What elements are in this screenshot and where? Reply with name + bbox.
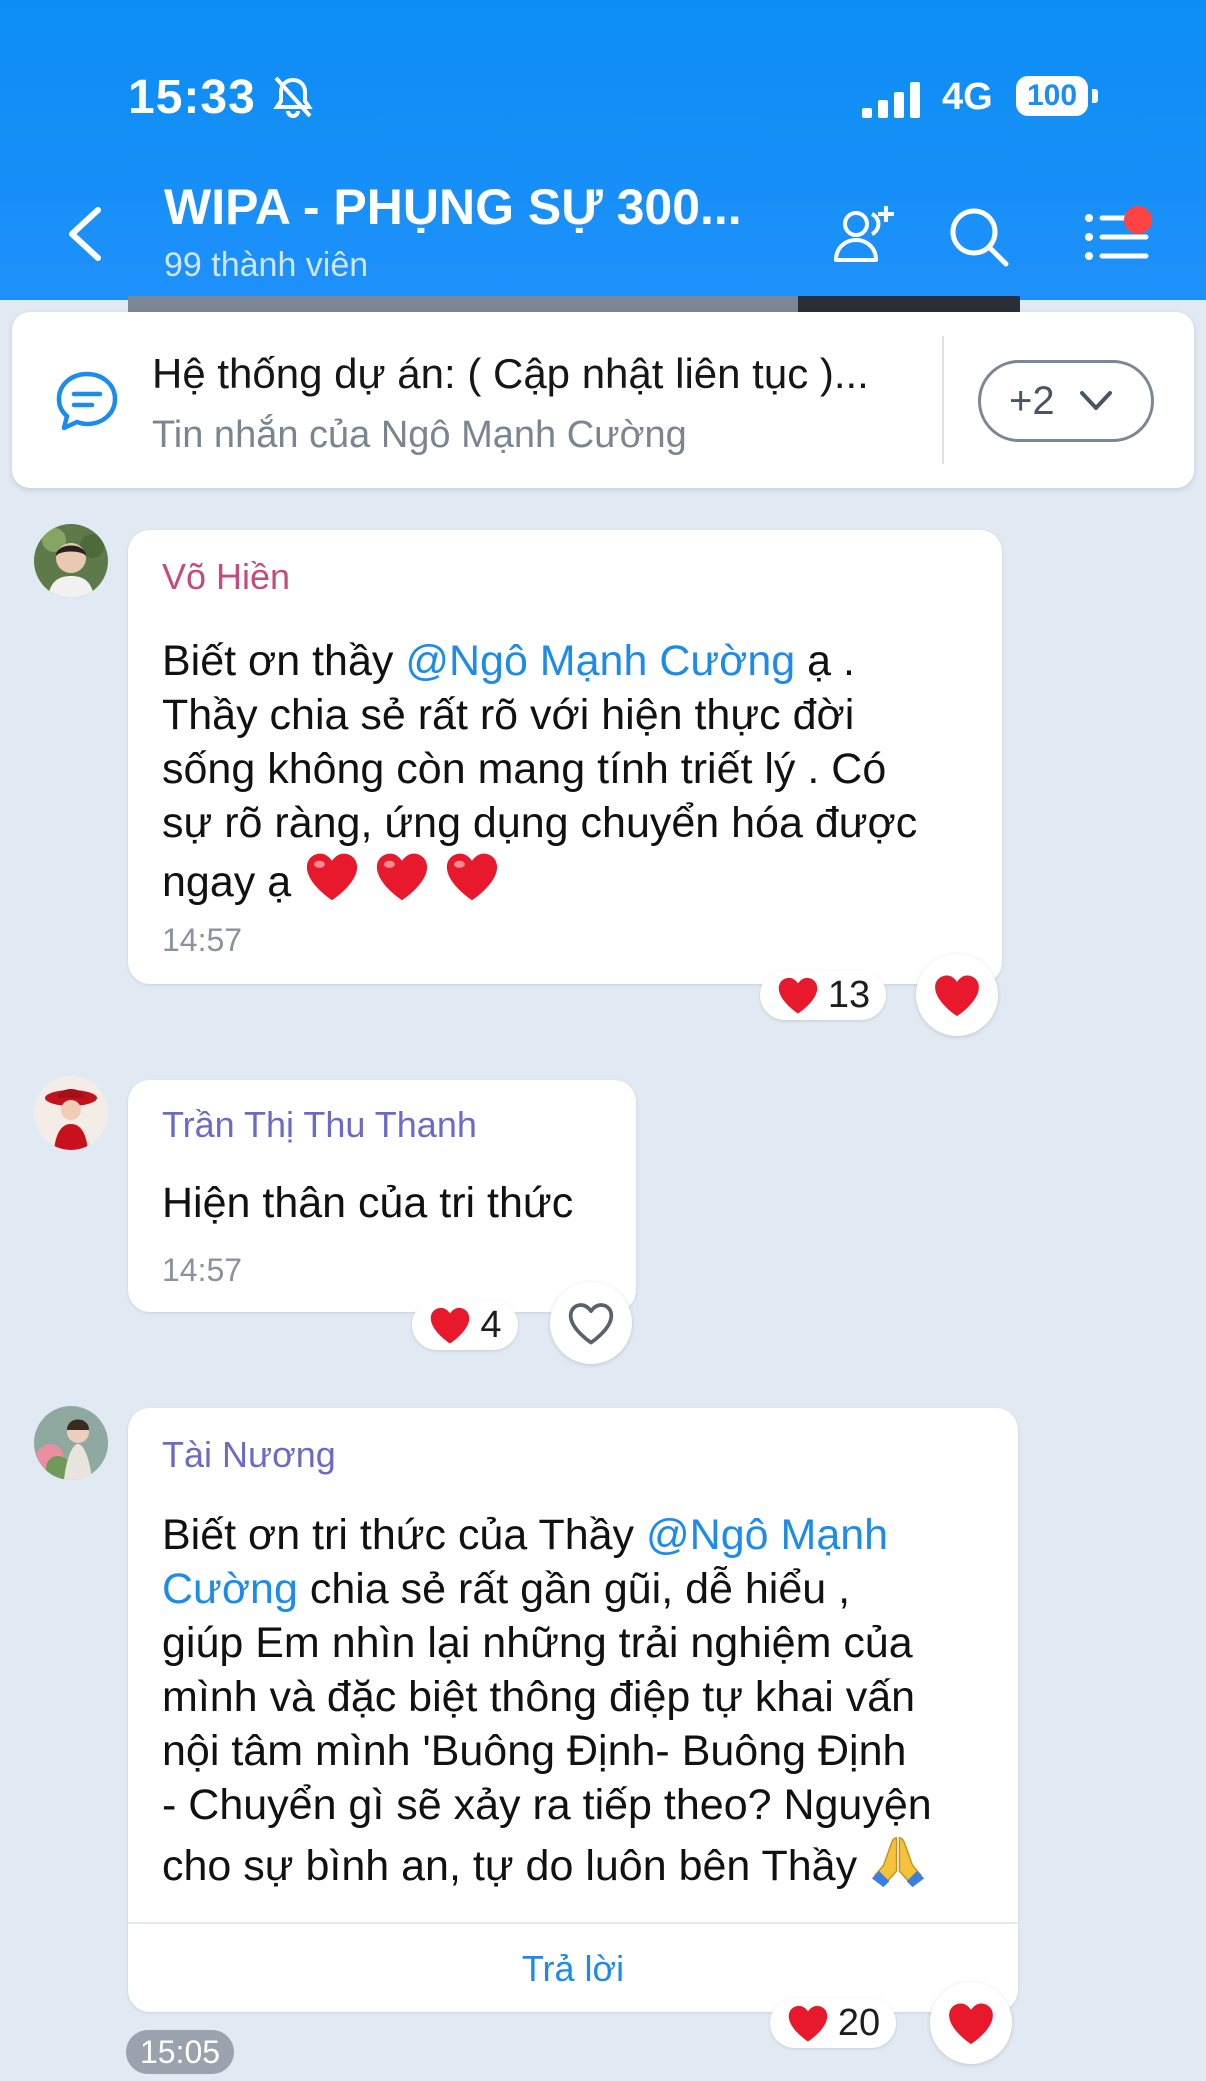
pray-emoji [871,1837,925,1888]
reaction-count: 13 [827,973,871,1016]
mention-link[interactable]: @Ngô Mạnh Cường [405,637,795,685]
mention-link[interactable]: Cường [162,1565,298,1613]
message-line: sống không còn mang tính triết lý . Có [162,745,887,793]
message-line: - Chuyển gì sẽ xảy ra tiếp theo? Nguyện [162,1781,932,1829]
signal-icon [862,82,920,118]
message-line: cho sự bình an, tự do luôn bên Thầy [162,1832,927,1893]
chat-icon [56,371,118,431]
time-chip: 15:05 [126,2030,234,2074]
avatar[interactable] [34,524,108,598]
media-preview-strip [128,296,1020,312]
divider [942,336,944,464]
pinned-subtitle: Tin nhắn của Ngô Mạnh Cường [152,414,687,456]
reaction-summary[interactable]: 20 [770,1998,896,2048]
sender-name[interactable]: Tài Nương [162,1434,336,1476]
back-icon[interactable] [62,204,112,264]
search-icon[interactable] [946,204,1010,268]
heart-icon [788,2005,828,2042]
heart-emoji [446,853,498,901]
group-title[interactable]: WIPA - PHỤNG SỰ 300... [164,178,742,236]
divider [128,1922,1018,1924]
message-line: ngay ạ [162,850,501,909]
avatar[interactable] [34,1406,108,1480]
pinned-message-bar[interactable]: Hệ thống dự án: ( Cập nhật liên tục )...… [12,312,1194,488]
message-line: nội tâm mình 'Buông Định- Buông Định [162,1727,907,1775]
sender-name[interactable]: Võ Hiền [162,556,290,598]
battery-level: 100 [1016,76,1088,116]
heart-icon [949,2003,993,2045]
reaction-summary[interactable]: 13 [760,970,886,1020]
message-time: 14:57 [162,922,243,958]
heart-icon [935,975,979,1017]
react-button[interactable] [550,1282,632,1364]
message-line: sự rõ ràng, ứng dụng chuyển hóa được [162,799,918,847]
mention-link[interactable]: @Ngô Mạnh [646,1511,888,1559]
chat-header: 15:33 4G 100 WIPA - PHỤNG SỰ 300... 99 t… [0,0,1206,300]
reaction-count: 4 [480,1303,502,1346]
chevron-down-icon [1080,391,1112,410]
status-time: 15:33 [128,71,256,124]
heart-emoji [306,853,358,901]
add-member-icon[interactable] [830,200,898,268]
notification-dot [1124,206,1152,234]
network-type: 4G [942,76,993,118]
react-button[interactable] [916,954,998,1036]
heart-icon [778,977,818,1014]
sender-name[interactable]: Trần Thị Thu Thanh [162,1104,477,1146]
message-line: giúp Em nhìn lại những trải nghiệm của [162,1619,913,1667]
bell-off-icon [273,76,313,118]
message-line: mình và đặc biệt thông điệp tự khai vấn [162,1673,916,1721]
message-line: Cường chia sẻ rất gần gũi, dễ hiểu , [162,1565,851,1613]
avatar[interactable] [34,1076,108,1150]
react-button[interactable] [930,1982,1012,2064]
reaction-count: 20 [837,2001,881,2044]
message-line: Hiện thân của tri thức [162,1179,574,1227]
message-time: 14:57 [162,1252,243,1288]
battery-tip [1092,89,1098,103]
heart-icon [431,1307,470,1344]
message-bubble[interactable]: Trần Thị Thu Thanh Hiện thân của tri thứ… [128,1080,636,1312]
heart-outline-icon [568,1303,614,1345]
message-line: Biết ơn tri thức của Thầy @Ngô Mạnh [162,1511,889,1559]
message-line: Thầy chia sẻ rất rõ với hiện thực đời [162,691,855,739]
message-line: Biết ơn thầy @Ngô Mạnh Cường ạ . [162,637,855,685]
reply-button[interactable]: Trả lời [128,1948,1018,1990]
pinned-more-label: +2 [1009,379,1055,423]
member-count[interactable]: 99 thành viên [164,246,368,285]
message-bubble[interactable]: Tài Nương Biết ơn tri thức của Thầy @Ngô… [128,1408,1018,2012]
heart-emoji [376,853,428,901]
reaction-summary[interactable]: 4 [412,1300,518,1350]
pinned-title: Hệ thống dự án: ( Cập nhật liên tục )... [152,350,869,397]
message-bubble[interactable]: Võ Hiền Biết ơn thầy @Ngô Mạnh Cường ạ .… [128,530,1002,984]
pinned-more-button[interactable]: +2 [978,360,1154,442]
